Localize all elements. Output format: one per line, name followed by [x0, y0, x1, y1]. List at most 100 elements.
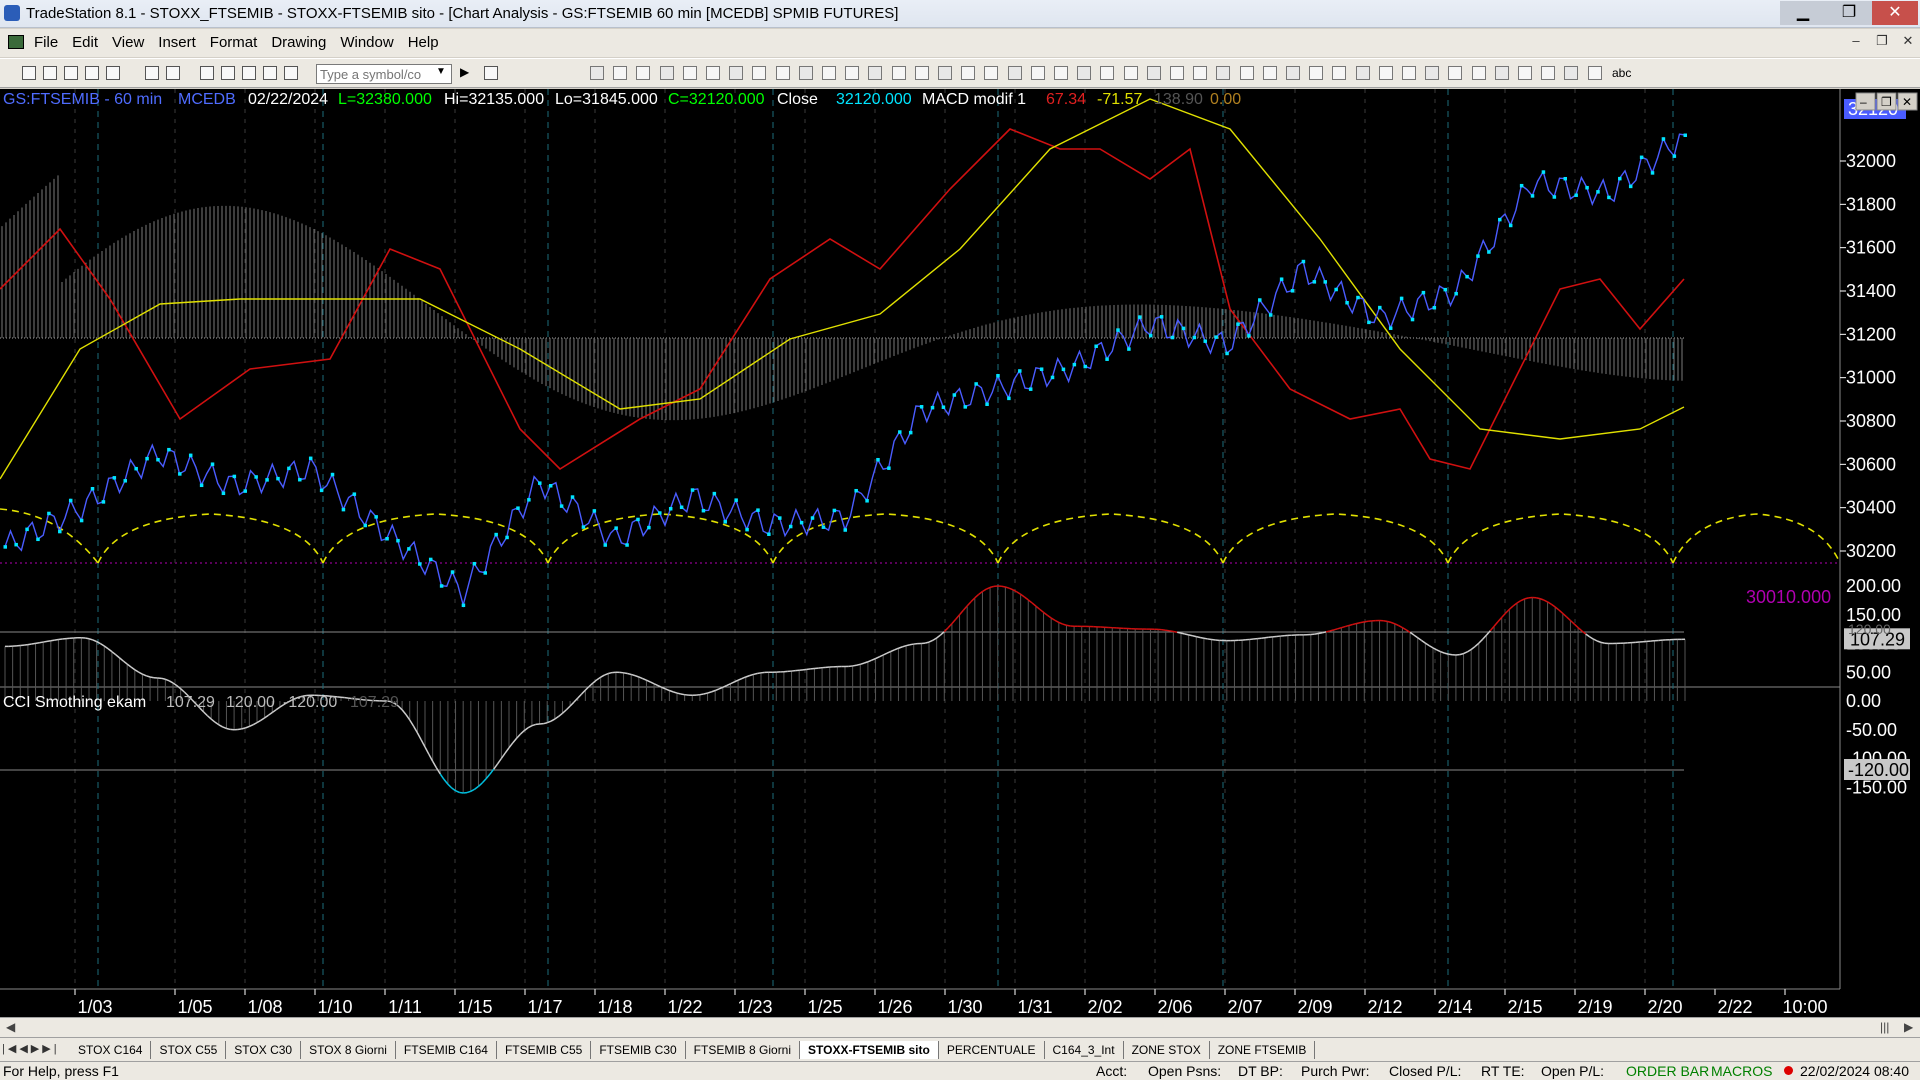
arrow-up-tool-icon[interactable] [1518, 66, 1532, 80]
vline-tool-icon[interactable] [1402, 66, 1416, 80]
chart-type-tool-icon[interactable] [636, 66, 651, 80]
tab-zone-stox[interactable]: ZONE STOX [1124, 1041, 1210, 1059]
draw-tool-icon[interactable] [822, 66, 836, 80]
menu-drawing[interactable]: Drawing [271, 34, 326, 51]
channel-tool-icon[interactable] [1448, 66, 1463, 80]
menu-insert[interactable]: Insert [158, 34, 196, 51]
trend-tool-icon[interactable] [845, 66, 860, 80]
menu-format[interactable]: Format [210, 34, 258, 51]
new-file-icon[interactable] [22, 66, 36, 80]
fib-tool-icon[interactable] [1425, 66, 1440, 80]
color-palette-icon[interactable] [284, 66, 298, 80]
tab-ftsemib-c55[interactable]: FTSEMIB C55 [497, 1041, 592, 1059]
new-window-icon[interactable] [85, 66, 99, 80]
tab-ftsemib-c164[interactable]: FTSEMIB C164 [396, 1041, 497, 1059]
pen-tool-icon[interactable] [984, 66, 999, 80]
mdi-minimize-button[interactable]: – [1846, 33, 1866, 51]
line-tool-icon[interactable] [1239, 66, 1254, 80]
crosshair-tool-icon[interactable] [706, 66, 720, 80]
tab-stox-c164[interactable]: STOX C164 [70, 1041, 152, 1059]
draw-tool-icon[interactable] [1332, 66, 1347, 80]
tab-stoxx-ftsemib-sito[interactable]: STOXX-FTSEMIB sito [800, 1041, 939, 1059]
bar-type-tool-icon[interactable] [659, 66, 674, 80]
fib-tool-icon[interactable] [914, 66, 929, 80]
grid-tool-icon[interactable] [590, 66, 604, 80]
line-tool-icon[interactable] [729, 66, 744, 80]
grid-tool-icon[interactable] [1100, 66, 1115, 80]
symbol-input[interactable] [316, 64, 452, 84]
tab-zone-ftsemib[interactable]: ZONE FTSEMIB [1210, 1041, 1316, 1059]
status-order-bar[interactable]: ORDER BAR [1626, 1063, 1709, 1079]
rect-tool-icon[interactable] [1077, 66, 1092, 80]
menu-help[interactable]: Help [408, 34, 439, 51]
print-icon[interactable] [145, 66, 159, 80]
tab-c164-3-int[interactable]: C164_3_Int [1045, 1041, 1124, 1059]
cci-line-segment [46, 639, 51, 643]
scroll-left-icon[interactable]: ◀ [6, 1020, 15, 1034]
scroll-thumb-icon[interactable]: ||| [1880, 1020, 1889, 1034]
arc-tool-icon[interactable] [961, 66, 976, 80]
tab-ftsemib-8-giorni[interactable]: FTSEMIB 8 Giorni [686, 1041, 801, 1059]
cursor-tool-icon[interactable] [1193, 66, 1208, 80]
mdi-close-button[interactable]: ✕ [1898, 33, 1918, 51]
vline-tool-icon[interactable] [891, 66, 906, 80]
minimize-button[interactable]: ▁ [1780, 1, 1826, 25]
chevron-down-icon[interactable]: ▼ [436, 66, 446, 77]
scroll-right-icon[interactable]: ▶ [1904, 1020, 1913, 1034]
mdi-restore-button[interactable]: ❐ [1872, 33, 1892, 51]
hline-tool-icon[interactable] [868, 66, 883, 80]
tab-stox-c55[interactable]: STOX C55 [151, 1041, 227, 1059]
menu-view[interactable]: View [112, 34, 144, 51]
arc-tool-icon[interactable] [1471, 66, 1486, 80]
pointer-tool-icon[interactable] [1309, 66, 1324, 80]
tab-navigation-icon[interactable]: |◀◀▶▶| [2, 1042, 60, 1055]
trend-tool-icon[interactable] [1355, 66, 1370, 80]
rect-tool-icon[interactable] [1587, 66, 1602, 80]
menu-file[interactable]: File [34, 34, 58, 51]
go-arrow-icon[interactable]: ▶ [460, 65, 469, 79]
arrow-up-tool-icon[interactable] [1007, 66, 1022, 80]
maximize-button[interactable]: ❐ [1826, 1, 1872, 25]
chart-window-icon[interactable] [8, 35, 24, 49]
analysis-icon[interactable] [263, 66, 277, 80]
cursor-tool-icon[interactable] [682, 66, 697, 80]
crosshair-tool-icon[interactable] [1216, 66, 1231, 80]
zoom-in-tool-icon[interactable] [752, 66, 767, 80]
lock-icon[interactable] [242, 66, 256, 80]
close-button[interactable]: ✕ [1872, 1, 1918, 25]
text-tool-icon[interactable]: abc [1612, 66, 1631, 80]
tab-stox-8-giorni[interactable]: STOX 8 Giorni [301, 1041, 396, 1059]
open-file-icon[interactable] [43, 66, 57, 80]
tab-ftsemib-c30[interactable]: FTSEMIB C30 [591, 1041, 686, 1059]
zoom-in-tool-icon[interactable] [1262, 66, 1277, 80]
tab-percentuale[interactable]: PERCENTUALE [939, 1041, 1045, 1059]
horizontal-scrollbar[interactable]: ◀ ||| ▶ [0, 1017, 1920, 1037]
menu-window[interactable]: Window [340, 34, 393, 51]
status-macros[interactable]: MACROS [1711, 1063, 1772, 1079]
date-axis-label: 1/03 [77, 997, 112, 1017]
print-preview-icon[interactable] [166, 66, 180, 80]
search-icon[interactable] [484, 66, 498, 80]
layout2-icon[interactable] [221, 66, 235, 80]
pointer-tool-icon[interactable] [798, 66, 813, 80]
workspace-icon[interactable] [64, 66, 78, 80]
hline-tool-icon[interactable] [1378, 66, 1393, 80]
zoom-out-tool-icon[interactable] [775, 66, 790, 80]
chart-canvas[interactable]: 32000 31800 31600 31400 31200 31000 30800 30600… [0, 89, 1920, 1019]
bar-type-tool-icon[interactable] [1170, 66, 1184, 80]
zoom-out-tool-icon[interactable] [1286, 66, 1300, 80]
tab-stox-c30[interactable]: STOX C30 [226, 1041, 302, 1059]
arrow-down-tool-icon[interactable] [1541, 66, 1556, 80]
save-icon[interactable] [106, 66, 120, 80]
layout-icon[interactable] [200, 66, 214, 80]
table-tool-icon[interactable] [613, 66, 628, 80]
circle-tool-icon[interactable] [1564, 66, 1579, 80]
pen-tool-icon[interactable] [1494, 66, 1509, 80]
arrow-down-tool-icon[interactable] [1030, 66, 1045, 80]
chart-analysis-window[interactable]: 32000 31800 31600 31400 31200 31000 30800 30600… [0, 89, 1920, 1025]
table-tool-icon[interactable] [1123, 66, 1138, 80]
circle-tool-icon[interactable] [1054, 66, 1068, 80]
chart-type-tool-icon[interactable] [1146, 66, 1161, 80]
menu-edit[interactable]: Edit [72, 34, 98, 51]
channel-tool-icon[interactable] [938, 66, 952, 80]
